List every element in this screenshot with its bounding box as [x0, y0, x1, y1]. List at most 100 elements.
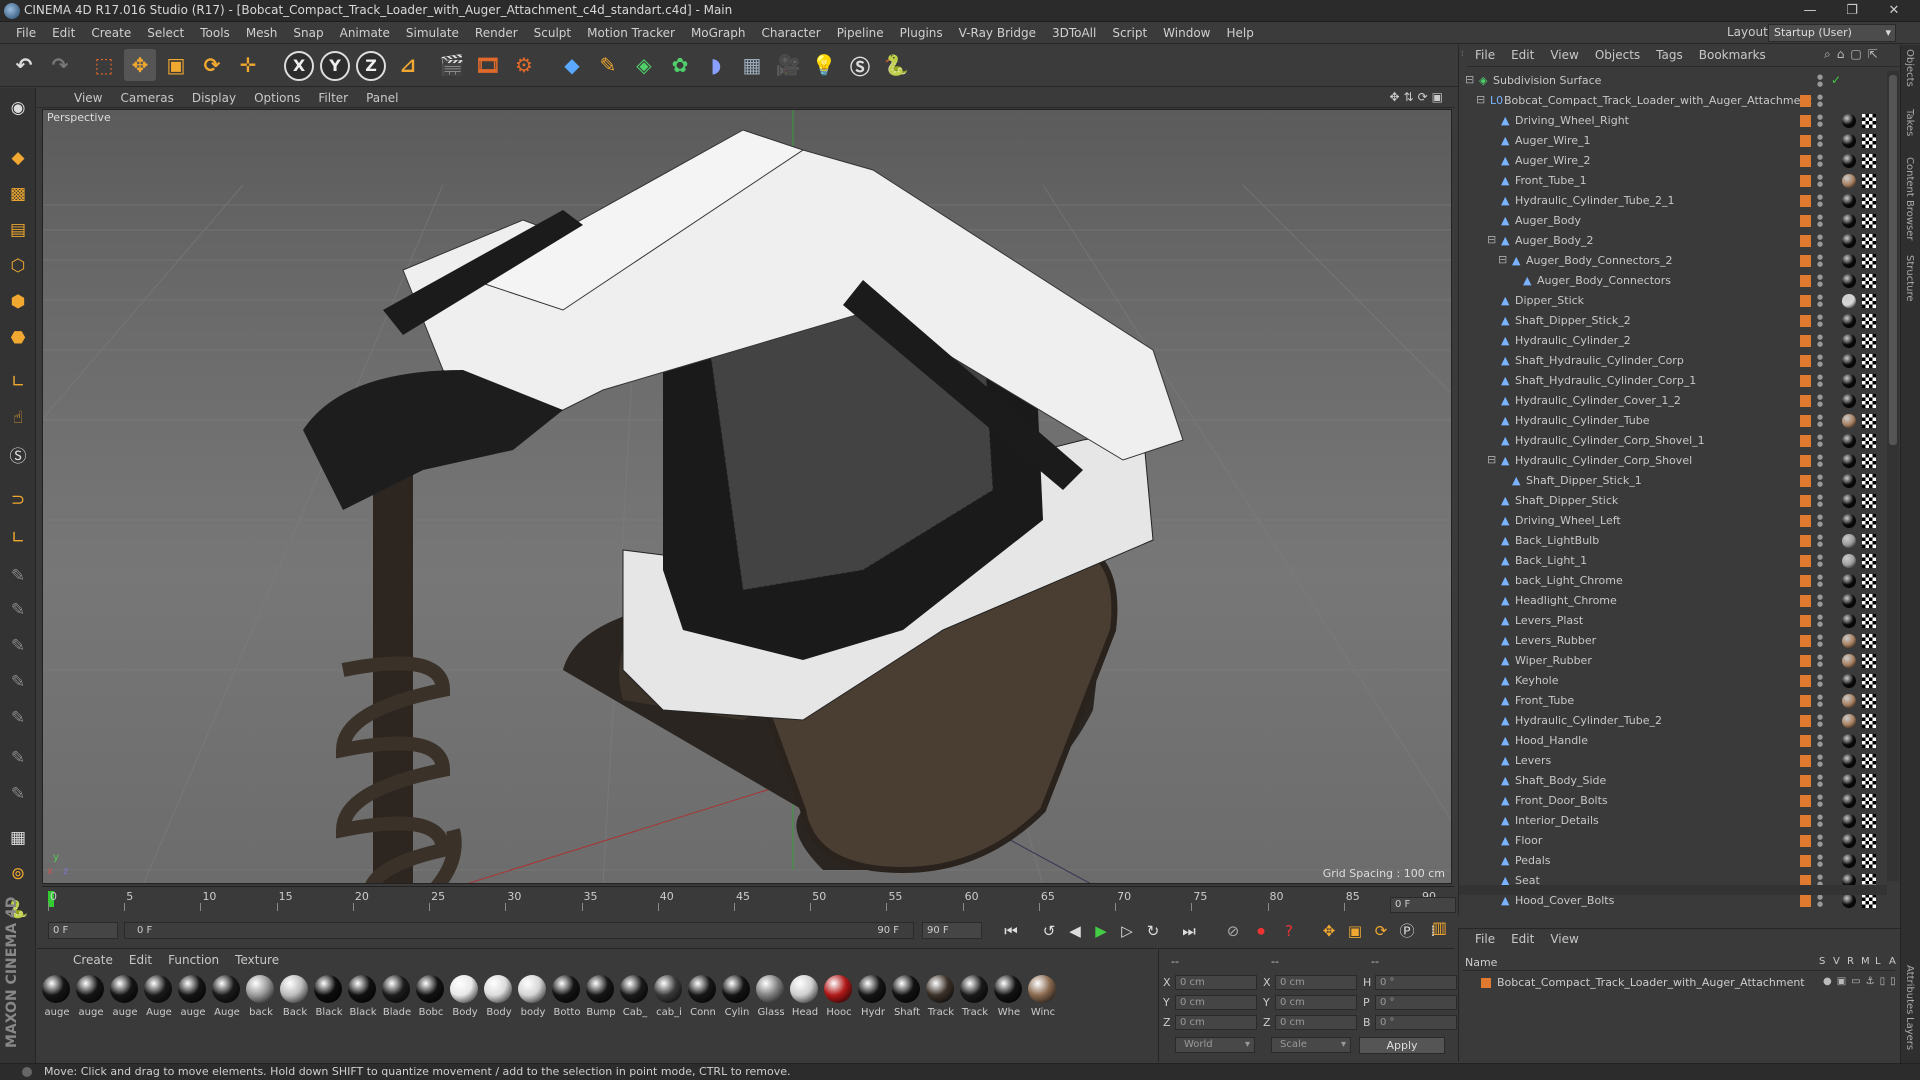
uvw-tag-icon[interactable] — [1862, 514, 1876, 528]
layer-col-r[interactable]: R — [1847, 956, 1854, 967]
deformer-icon[interactable]: ◗ — [700, 49, 732, 81]
pen-spline-icon[interactable]: ✎ — [592, 49, 624, 81]
layer-col-a[interactable]: A — [1889, 956, 1896, 967]
material-tag-icon[interactable] — [1842, 894, 1856, 908]
uvw-tag-icon[interactable] — [1862, 454, 1876, 468]
uvw-tag-icon[interactable] — [1862, 274, 1876, 288]
scale-tool-icon[interactable]: ▣ — [160, 49, 192, 81]
material-tag-icon[interactable] — [1842, 214, 1856, 228]
coord-c-field[interactable]: 0 ° — [1375, 995, 1457, 1010]
viewport-menu-display[interactable]: Display — [183, 88, 245, 108]
y-axis-lock-button[interactable]: Y — [320, 51, 350, 81]
minimize-button[interactable]: — — [1790, 0, 1830, 22]
make-editable-icon[interactable]: ◉ — [4, 94, 32, 122]
visibility-dots-icon[interactable]: ● ● — [1817, 794, 1823, 808]
visibility-dots-icon[interactable]: ● ● — [1817, 114, 1823, 128]
side-tab-objects[interactable]: Objects — [1904, 49, 1915, 87]
material-menu-function[interactable]: Function — [160, 949, 227, 971]
uvw-tag-icon[interactable] — [1862, 674, 1876, 688]
menu-sculpt[interactable]: Sculpt — [526, 22, 579, 44]
material-tag-icon[interactable] — [1842, 474, 1856, 488]
soft-selection-icon[interactable]: ⊚ — [4, 860, 32, 888]
material-swatch[interactable]: auge — [41, 975, 71, 1018]
material-tag-icon[interactable] — [1842, 334, 1856, 348]
timeline-scheme-icon[interactable]: ▥ — [1432, 918, 1452, 942]
object-row[interactable]: ▲ Shaft_Dipper_Stick ● ● — [1459, 491, 1887, 511]
material-tag-icon[interactable] — [1842, 154, 1856, 168]
object-row[interactable]: ▲ Driving_Wheel_Left ● ● — [1459, 511, 1887, 531]
material-tag-icon[interactable] — [1842, 394, 1856, 408]
viewport-menu-filter[interactable]: Filter — [309, 88, 357, 108]
key-rotation-icon[interactable]: ⟳ — [1370, 920, 1392, 942]
uvw-tag-icon[interactable] — [1862, 654, 1876, 668]
material-swatch[interactable]: Body — [449, 975, 479, 1018]
material-tag-icon[interactable] — [1842, 794, 1856, 808]
material-tag-icon[interactable] — [1842, 714, 1856, 728]
menu-mesh[interactable]: Mesh — [238, 22, 286, 44]
material-swatch[interactable]: Track — [925, 975, 955, 1018]
material-tag-icon[interactable] — [1842, 194, 1856, 208]
material-tag-icon[interactable] — [1842, 514, 1856, 528]
visibility-dots-icon[interactable]: ● ● — [1817, 454, 1823, 468]
material-tag-icon[interactable] — [1842, 654, 1856, 668]
material-tag-icon[interactable] — [1842, 774, 1856, 788]
object-menu-view[interactable]: View — [1542, 45, 1586, 66]
visibility-dots-icon[interactable]: ● ● — [1817, 414, 1823, 428]
uvw-tag-icon[interactable] — [1862, 174, 1876, 188]
play-icon[interactable]: ▶ — [1090, 920, 1112, 942]
camera-icon[interactable]: 🎥 — [772, 49, 804, 81]
material-swatch[interactable]: Head — [789, 975, 819, 1018]
object-row[interactable]: ⊟ ▲ Auger_Body_2 ● ● — [1459, 231, 1887, 251]
visibility-dots-icon[interactable]: ● ● — [1817, 314, 1823, 328]
undo-icon[interactable]: ↶ — [8, 49, 40, 81]
material-tag-icon[interactable] — [1842, 634, 1856, 648]
material-swatch[interactable]: back — [245, 975, 275, 1018]
live-selection-icon[interactable]: ⬚ — [88, 49, 120, 81]
visibility-dots-icon[interactable]: ● ● — [1817, 554, 1823, 568]
snap-icon[interactable]: Ⓢ — [4, 440, 32, 468]
object-row[interactable]: ▲ Hydraulic_Cylinder_Tube ● ● — [1459, 411, 1887, 431]
texture-mode-icon[interactable]: ▩ — [4, 180, 32, 208]
material-tag-icon[interactable] — [1842, 434, 1856, 448]
workplane-icon[interactable]: ▤ — [4, 216, 32, 244]
uvw-tag-icon[interactable] — [1862, 534, 1876, 548]
coord-b-field[interactable]: 0 cm — [1275, 1015, 1357, 1030]
object-manager-tools[interactable]: ⌕⌂▢⇱ — [1824, 47, 1884, 62]
menu-pipeline[interactable]: Pipeline — [829, 22, 892, 44]
object-row[interactable]: ▲ Auger_Body ● ● — [1459, 211, 1887, 231]
object-row[interactable]: ▲ Interior_Details ● ● — [1459, 811, 1887, 831]
visibility-dots-icon[interactable]: ● ● — [1817, 594, 1823, 608]
material-swatch[interactable]: Winc — [1027, 975, 1057, 1018]
visibility-dots-icon[interactable]: ● ● — [1817, 654, 1823, 668]
visibility-dots-icon[interactable]: ● ● — [1817, 634, 1823, 648]
visibility-dots-icon[interactable]: ● ● — [1817, 174, 1823, 188]
recent-tool-icon[interactable]: ✛ — [232, 49, 264, 81]
material-tag-icon[interactable] — [1842, 734, 1856, 748]
coord-b-field[interactable]: 0 cm — [1275, 975, 1357, 990]
visibility-dots-icon[interactable]: ● ● — [1817, 154, 1823, 168]
object-row[interactable]: ▲ Auger_Wire_1 ● ● — [1459, 131, 1887, 151]
object-row[interactable]: ⊟ ◈ Subdivision Surface ● ● ✓ — [1459, 71, 1887, 91]
keyframe-selection-icon[interactable]: ? — [1278, 920, 1300, 942]
material-tag-icon[interactable] — [1842, 614, 1856, 628]
object-row[interactable]: ▲ Levers ● ● — [1459, 751, 1887, 771]
knife-icon[interactable]: ✎ — [4, 596, 32, 624]
render-view-icon[interactable]: 🎬 — [436, 49, 468, 81]
bridge-icon[interactable]: ✎ — [4, 632, 32, 660]
visibility-dots-icon[interactable]: ● ● — [1817, 254, 1823, 268]
uvw-tag-icon[interactable] — [1862, 474, 1876, 488]
tree-expander-icon[interactable]: ⊟ — [1465, 73, 1474, 86]
current-frame-field[interactable]: 0 F — [1390, 897, 1456, 913]
axis-mode-icon[interactable]: ∟ — [4, 368, 32, 396]
uvw-tag-icon[interactable] — [1862, 134, 1876, 148]
locked-workplane-icon[interactable]: ∟ — [4, 524, 32, 552]
uvw-tag-icon[interactable] — [1862, 494, 1876, 508]
object-hscrollbar[interactable] — [1459, 885, 1887, 895]
visibility-dots-icon[interactable]: ● ● — [1817, 74, 1823, 88]
material-swatch[interactable]: Auge — [143, 975, 173, 1018]
start-frame-field[interactable]: 0 F — [48, 922, 118, 939]
visibility-dots-icon[interactable]: ● ● — [1817, 194, 1823, 208]
viewport-menu-view[interactable]: View — [65, 88, 111, 108]
object-row[interactable]: ▲ Hydraulic_Cylinder_Tube_2_1 ● ● — [1459, 191, 1887, 211]
material-swatch[interactable]: Conn — [687, 975, 717, 1018]
